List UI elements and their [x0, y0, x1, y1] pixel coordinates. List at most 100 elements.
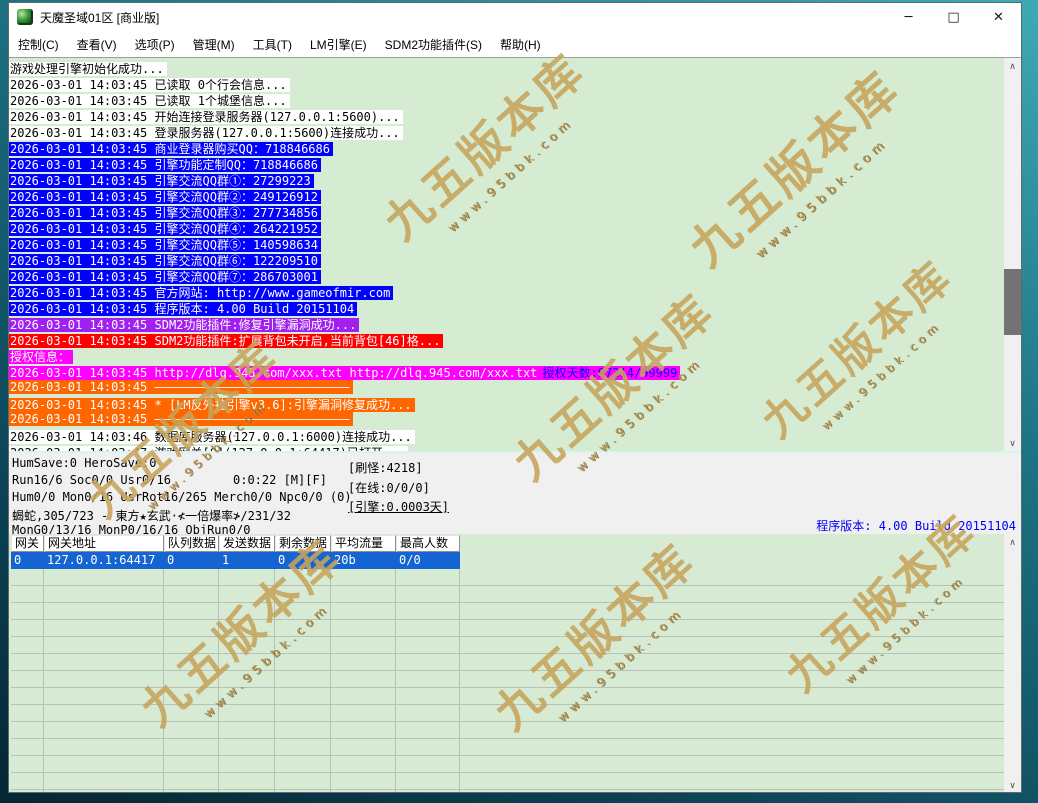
table-cell [219, 722, 275, 739]
column-header[interactable]: 网关 [11, 535, 44, 552]
status-save-counters: HumSave:0 HeroSave:0 [12, 456, 157, 470]
log-line-text: 授权信息： [9, 350, 73, 364]
title-bar: 天魔圣域01区 [商业版] ─ □ ✕ [9, 3, 1021, 31]
row-filler [460, 739, 1004, 756]
menu-item-help[interactable]: 帮助(H) [491, 36, 550, 53]
menu-item-lm-engine[interactable]: LM引擎(E) [301, 36, 376, 53]
log-line: 2026-03-01 14:03:45 引擎交流QQ群④：264221952 [9, 220, 1004, 236]
table-cell [219, 756, 275, 773]
scroll-up-icon[interactable]: ∧ [1004, 58, 1021, 75]
table-cell [275, 603, 331, 620]
table-cell [331, 569, 396, 586]
log-line: 2026-03-01 14:03:45 登录服务器(127.0.0.1:5600… [9, 124, 1004, 140]
scroll-down-icon[interactable]: ∨ [1004, 435, 1021, 452]
table-cell [164, 603, 219, 620]
log-line-text: 2026-03-01 14:03:45 引擎交流QQ群⑤：140598634 [9, 238, 321, 252]
log-line: 2026-03-01 14:03:45 引擎交流QQ群⑦：286703001 [9, 268, 1004, 284]
log-line-text: 2026-03-01 14:03:45 登录服务器(127.0.0.1:5600… [9, 126, 403, 140]
log-line-text: 2026-03-01 14:03:45 ————————————————————… [9, 380, 353, 394]
table-cell [44, 654, 164, 671]
log-scrollbar[interactable]: ∧ ∨ [1004, 58, 1021, 452]
column-header[interactable]: 平均流量 [331, 535, 396, 552]
table-cell [11, 756, 44, 773]
table-row-empty [11, 773, 1004, 790]
table-cell [11, 790, 44, 793]
menu-item-control[interactable]: 控制(C) [9, 36, 68, 53]
row-filler [460, 654, 1004, 671]
column-header[interactable]: 队列数据 [164, 535, 219, 552]
table-row-empty [11, 705, 1004, 722]
table-cell [219, 739, 275, 756]
table-cell [275, 739, 331, 756]
table-row-empty [11, 603, 1004, 620]
column-header[interactable]: 发送数据 [219, 535, 275, 552]
table-cell [164, 637, 219, 654]
menu-item-view[interactable]: 查看(V) [68, 36, 126, 53]
menu-item-manage[interactable]: 管理(M) [184, 36, 244, 53]
table-cell [219, 790, 275, 793]
status-object-counters: Hum0/0 Mon0/16 UsrRot16/265 Merch0/0 Npc… [12, 490, 352, 504]
row-filler [460, 569, 1004, 586]
table-cell [44, 620, 164, 637]
table-cell [396, 569, 460, 586]
log-line-text: 2026-03-01 14:03:45 http://dlq.945.com/x… [9, 366, 548, 380]
close-button[interactable]: ✕ [976, 3, 1021, 31]
table-cell [275, 688, 331, 705]
table-cell: 0 [11, 552, 44, 569]
log-line-text: 2026-03-01 14:03:45 开始连接登录服务器(127.0.0.1:… [9, 110, 403, 124]
log-line-text: 游戏处理引擎初始化成功... [9, 62, 167, 76]
log-scrollbar-thumb[interactable] [1004, 269, 1021, 335]
table-cell [11, 671, 44, 688]
table-cell [44, 739, 164, 756]
table-cell [164, 569, 219, 586]
menu-item-options[interactable]: 选项(P) [126, 36, 184, 53]
status-online-count: [在线:0/0/0] [348, 479, 430, 496]
table-cell [396, 756, 460, 773]
table-cell [275, 756, 331, 773]
table-cell [44, 569, 164, 586]
log-line-text: 2026-03-01 14:03:45 引擎交流QQ群③：277734856 [9, 206, 321, 220]
table-cell [396, 671, 460, 688]
scroll-down-icon[interactable]: ∨ [1004, 777, 1021, 793]
minimize-button[interactable]: ─ [886, 3, 931, 31]
table-row-empty [11, 688, 1004, 705]
table-cell [396, 620, 460, 637]
row-filler [460, 756, 1004, 773]
table-cell [164, 756, 219, 773]
scroll-up-icon[interactable]: ∧ [1004, 534, 1021, 551]
log-line: 2026-03-01 14:03:45 SDM2功能插件:扩展背包未开启,当前背… [9, 332, 1004, 348]
table-cell [219, 773, 275, 790]
table-cell [164, 586, 219, 603]
log-line: 授权信息： [9, 348, 1004, 364]
table-cell [219, 569, 275, 586]
row-filler [460, 620, 1004, 637]
row-filler [460, 790, 1004, 793]
log-line: 2026-03-01 14:03:45 * [LM反外挂引擎v3.6]:引擎漏洞… [9, 396, 1004, 412]
menu-item-sdm2-plugin[interactable]: SDM2功能插件(S) [376, 36, 491, 53]
column-header[interactable]: 网关地址 [44, 535, 164, 552]
table-cell [396, 705, 460, 722]
table-cell [11, 688, 44, 705]
column-header[interactable]: 剩余数据 [275, 535, 331, 552]
status-spawn-count: [刷怪:4218] [348, 459, 423, 476]
table-cell [396, 739, 460, 756]
table-scrollbar[interactable]: ∧ ∨ [1004, 534, 1021, 793]
table-row-empty [11, 620, 1004, 637]
table-cell: 0 [275, 552, 331, 569]
menu-item-tools[interactable]: 工具(T) [244, 36, 301, 53]
column-header[interactable]: 最高人数 [396, 535, 460, 552]
table-cell [331, 603, 396, 620]
table-cell [331, 586, 396, 603]
log-line-text: 2026-03-01 14:03:45 引擎交流QQ群①：27299223 [9, 174, 314, 188]
maximize-button[interactable]: □ [931, 3, 976, 31]
table-cell [44, 790, 164, 793]
table-cell [331, 773, 396, 790]
table-row[interactable]: 0127.0.0.1:6441701020b0/0 [11, 552, 1004, 569]
table-cell [44, 603, 164, 620]
status-run-counters: Run16/6 Soc0/0 Usr0/16 [12, 473, 171, 487]
table-cell [396, 773, 460, 790]
log-area[interactable]: 游戏处理引擎初始化成功...2026-03-01 14:03:45 已读取 0个… [9, 57, 1021, 452]
log-line-text: 2026-03-01 14:03:45 引擎交流QQ群②：249126912 [9, 190, 321, 204]
log-line-text: 2026-03-01 14:03:45 引擎交流QQ群⑥：122209510 [9, 254, 321, 268]
table-cell [331, 756, 396, 773]
